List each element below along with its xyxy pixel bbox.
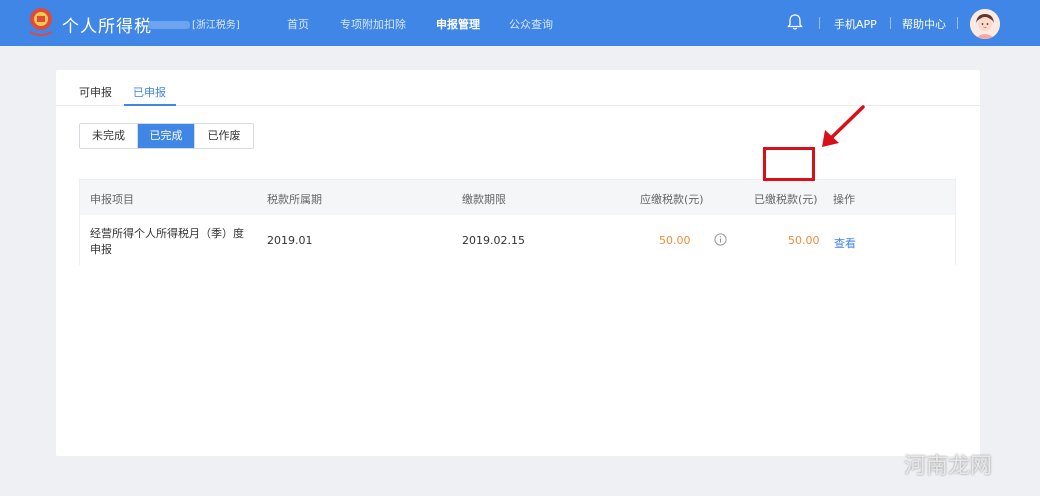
annotation-highlight-box xyxy=(763,147,815,181)
column-header: 操作 xyxy=(833,193,855,206)
avatar[interactable] xyxy=(970,9,1000,39)
column-header: 税款所属期 xyxy=(267,193,322,206)
declaration-tabs: 可申报 已申报 xyxy=(56,70,980,106)
redacted-name xyxy=(148,21,190,29)
active-tab-indicator xyxy=(124,104,176,106)
table-header: 申报项目 税款所属期 缴款期限 应缴税款(元) 已缴税款(元) 操作 xyxy=(80,180,955,215)
filter-voided[interactable]: 已作废 xyxy=(195,124,253,148)
annotation-arrow-icon xyxy=(822,105,865,147)
column-header: 已缴税款(元) xyxy=(754,193,818,206)
tax-period: 2019.01 xyxy=(267,234,313,247)
header-divider xyxy=(819,17,820,29)
tab-declared[interactable]: 已申报 xyxy=(133,84,166,100)
bell-icon[interactable] xyxy=(787,13,803,31)
header-divider xyxy=(890,17,891,29)
column-header: 缴款期限 xyxy=(462,193,506,206)
nav-special-deduction[interactable]: 专项附加扣除 xyxy=(340,16,406,32)
table-row: 经营所得个人所得税月（季）度 申报 2019.01 2019.02.15 50.… xyxy=(80,215,955,265)
item-name-cont: 申报 xyxy=(90,243,112,256)
payment-deadline: 2019.02.15 xyxy=(462,234,525,247)
info-icon[interactable] xyxy=(714,233,727,246)
nav-home[interactable]: 首页 xyxy=(287,16,309,32)
status-filter: 未完成 已完成 已作废 xyxy=(79,123,254,149)
view-link[interactable]: 查看 xyxy=(834,235,856,251)
item-name: 经营所得个人所得税月（季）度 xyxy=(90,227,244,240)
region-label: 浙江税务 xyxy=(195,20,236,31)
filter-completed[interactable]: 已完成 xyxy=(138,124,195,148)
top-header: 个人所得税 [浙江税务] 首页 专项附加扣除 申报管理 公众查询 手机APP 帮… xyxy=(0,0,1040,46)
nav-public-query[interactable]: 公众查询 xyxy=(509,16,553,32)
app-title: 个人所得税 xyxy=(62,17,152,37)
tax-emblem-icon xyxy=(29,8,53,36)
payable-amount: 50.00 xyxy=(659,234,691,247)
declaration-table: 申报项目 税款所属期 缴款期限 应缴税款(元) 已缴税款(元) 操作 经营所得个… xyxy=(79,179,956,265)
header-divider xyxy=(957,17,958,29)
mobile-app-link[interactable]: 手机APP xyxy=(834,16,877,32)
nav-declaration-management[interactable]: 申报管理 xyxy=(436,16,480,32)
user-region: [浙江税务] xyxy=(148,16,240,31)
filter-incomplete[interactable]: 未完成 xyxy=(80,124,138,148)
tab-declarable[interactable]: 可申报 xyxy=(79,84,112,100)
user-avatar-icon xyxy=(970,9,1000,39)
paid-amount: 50.00 xyxy=(788,234,820,247)
watermark: 河南龙网 xyxy=(904,454,993,479)
column-header: 申报项目 xyxy=(90,193,134,206)
column-header: 应缴税款(元) xyxy=(640,193,704,206)
help-center-link[interactable]: 帮助中心 xyxy=(902,16,946,32)
